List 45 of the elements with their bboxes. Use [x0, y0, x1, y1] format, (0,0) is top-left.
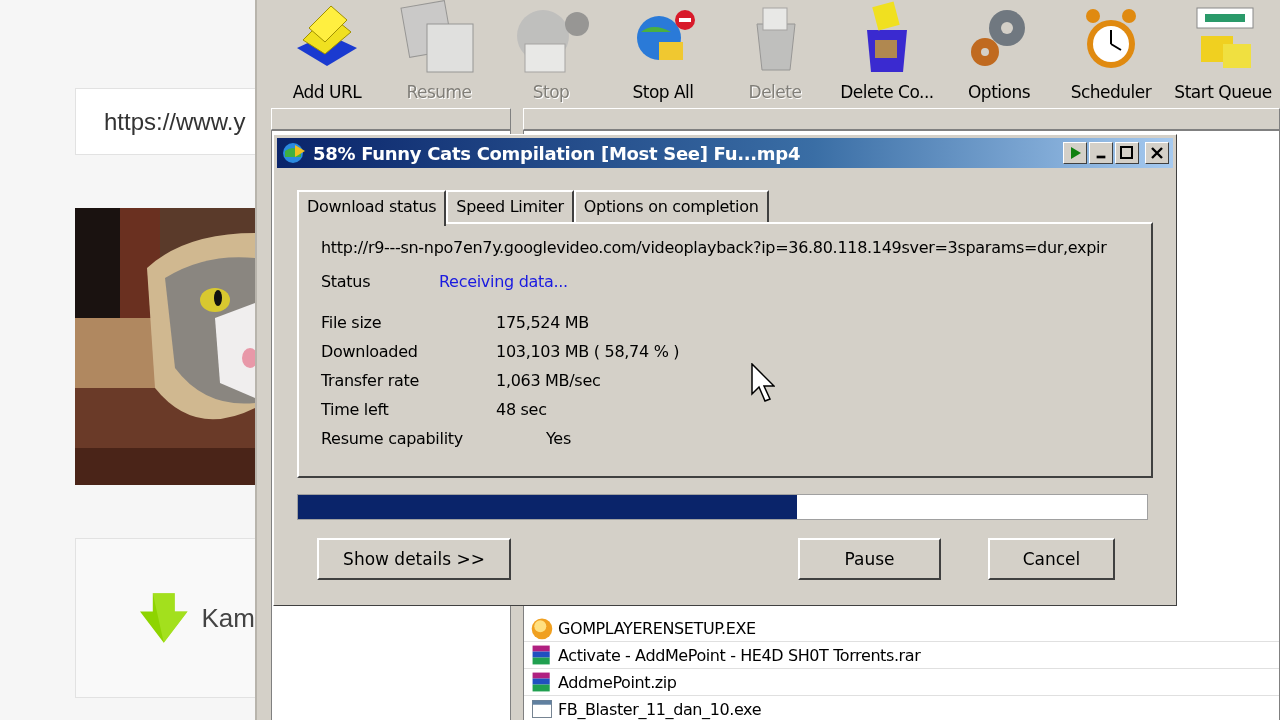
toolbar-button[interactable]: Add URL: [271, 0, 383, 102]
field-label: Transfer rate: [321, 371, 421, 390]
window-title: 58% Funny Cats Compilation [Most See] Fu...mp4: [313, 142, 802, 164]
field-label: Resume capability: [321, 429, 464, 448]
status-value: Receiving data...: [439, 272, 568, 291]
mouse-pointer-icon: [751, 363, 775, 405]
details-button[interactable]: Show details >>: [317, 538, 511, 580]
minimize-icon: [1096, 155, 1106, 159]
toolbar-button[interactable]: Scheduler: [1055, 0, 1167, 102]
field-value: 175,524 MB: [496, 313, 590, 332]
url-field[interactable]: https://www.y: [75, 88, 255, 155]
field-label: Downloaded: [321, 342, 419, 361]
close-icon: [1149, 145, 1165, 161]
field-value: Yes: [546, 429, 571, 448]
toolbar-button[interactable]: Stop All: [607, 0, 719, 102]
tab[interactable]: Download status: [297, 190, 447, 226]
field-value: 103,103 MB ( 58,74 % ): [496, 342, 680, 361]
toolbar-button[interactable]: Options: [943, 0, 1055, 102]
column-header[interactable]: [271, 108, 511, 130]
tab[interactable]: Speed Limiter: [446, 190, 574, 222]
toolbar-button[interactable]: Delete Co...: [831, 0, 943, 102]
file-name[interactable]: AddmePoint.zip: [558, 672, 677, 692]
download-url: http://r9---sn-npo7en7y.googlevideo.com/videoplayback?ip=36.80.118.149sver=3sparams=dur,expir: [321, 238, 1108, 257]
exe-icon: [530, 616, 554, 640]
file-name[interactable]: FB_Blaster_11_dan_10.exe: [558, 699, 762, 719]
close-button[interactable]: [1145, 142, 1169, 164]
maximize-button[interactable]: [1115, 142, 1139, 164]
download-card[interactable]: Kam: [75, 538, 255, 698]
file-name[interactable]: GOMPLAYERENSETUP.EXE: [558, 618, 756, 638]
field-label: Time left: [321, 400, 390, 419]
toolbar-button[interactable]: Start Queue: [1167, 0, 1279, 102]
field-value: 1,063 MB/sec: [496, 371, 601, 390]
column-header[interactable]: [523, 108, 1280, 130]
pause-button[interactable]: Pause: [798, 538, 941, 580]
field-label: Status: [321, 272, 372, 291]
maximize-icon: [1119, 145, 1135, 161]
field-label: File size: [321, 313, 383, 332]
file-name[interactable]: Activate - AddMePoint - HE4D SH0T Torrents.rar: [558, 645, 921, 665]
field-value: 48 sec: [496, 400, 547, 419]
minimize-button[interactable]: [1089, 142, 1113, 164]
play-button[interactable]: [1063, 142, 1087, 164]
tab[interactable]: Options on completion: [573, 190, 769, 222]
download-arrow-icon: [140, 591, 188, 645]
download-label: Kam: [201, 602, 255, 634]
cancel-button[interactable]: Cancel: [988, 538, 1115, 580]
